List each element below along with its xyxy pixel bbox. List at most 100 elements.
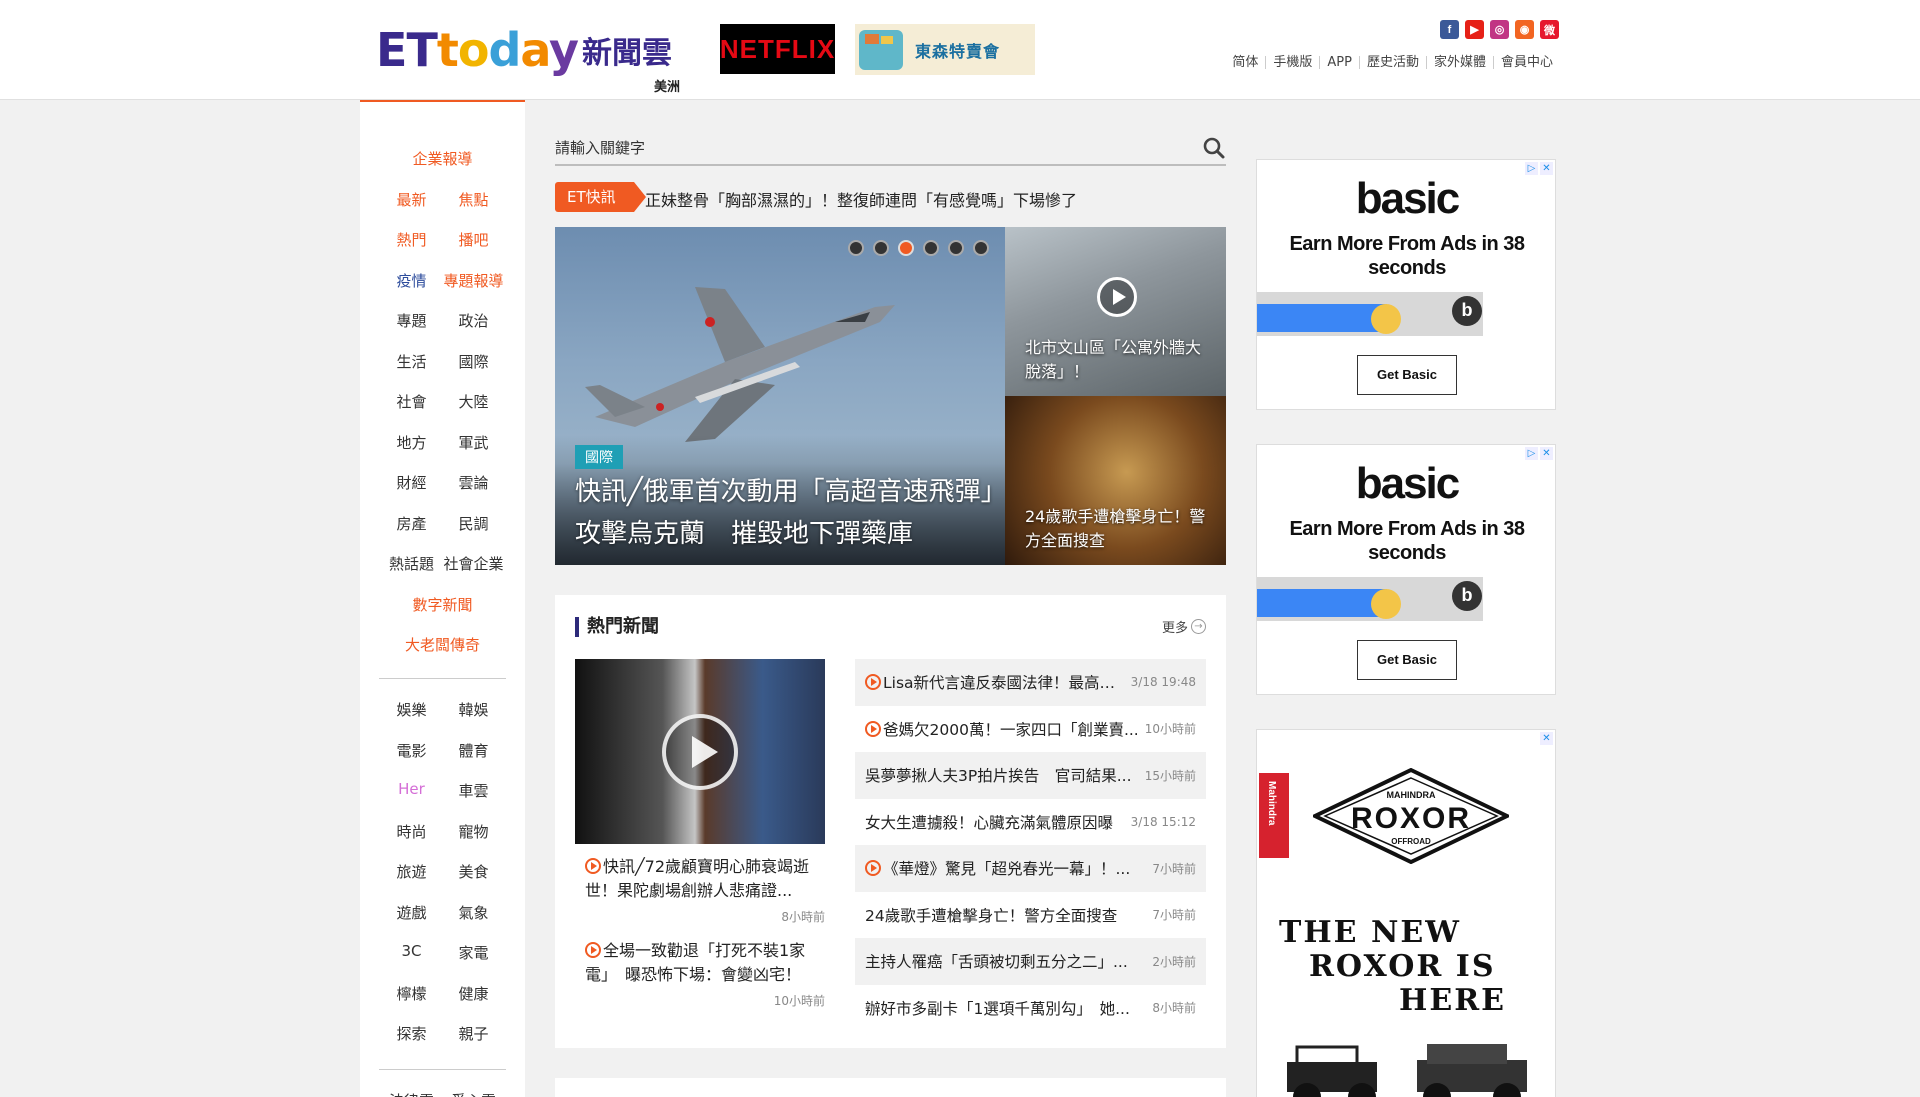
top-nav-link[interactable]: 简体 [1225,56,1265,69]
basic-ad-2[interactable]: ▷ ✕ basic Earn More From Ads in 38 second… [1256,444,1556,695]
nav-link[interactable]: 健康 [443,983,505,1004]
youtube-icon[interactable]: ▶ [1465,20,1484,39]
hot-news-item[interactable]: 吳夢夢揪人夫3P拍片挨告 官司結果... 15小時前 [855,752,1206,799]
top-nav-link[interactable]: APP [1319,56,1359,69]
slider-dot[interactable] [948,240,964,256]
search-icon[interactable] [1202,136,1226,160]
hot-news-item[interactable]: 主持人罹癌「舌頭被切剩五分之二」... 2小時前 [855,938,1206,985]
hot-featured-item-1[interactable]: 快訊╱72歲顧寶明心肺衰竭逝世！果陀劇場創辦人悲痛證... 8小時前 [575,855,825,929]
nav-link[interactable]: 房產 [381,513,443,534]
ettoday-logo[interactable]: ETtoday 新聞雲 [376,22,672,78]
top-nav-link[interactable]: 手機版 [1265,56,1319,69]
headline-slider[interactable]: 國際 快訊╱俄軍首次動用「高超音速飛彈」攻擊烏克蘭 摧毀地下彈藥庫 [555,227,1005,565]
nav-link[interactable]: 車雲 [443,780,505,801]
nav-link[interactable]: 美食 [443,861,505,882]
nav-link[interactable]: 法律雲 [381,1090,443,1097]
hot-news-item[interactable]: 女大生遭擄殺！心臟充滿氣體原因曝 3/18 15:12 [855,799,1206,846]
nav-link[interactable]: 財經 [381,472,443,493]
search-input[interactable] [555,139,1175,157]
side-story-1[interactable]: 北市文山區「公寓外牆大脫落」！ [1005,227,1226,396]
side-story-2[interactable]: 24歲歌手遭槍擊身亡！警方全面搜查 [1005,396,1226,565]
nav-link[interactable]: 大老闆傳奇 [405,634,480,655]
nav-link[interactable]: 政治 [443,310,505,331]
nav-link[interactable]: 寵物 [443,821,505,842]
hot-news-item[interactable]: 24歲歌手遭槍擊身亡！警方全面搜查 7小時前 [855,892,1206,939]
hot-news-item[interactable]: 辦好市多副卡「1選項千萬別勾」 她... 8小時前 [855,985,1206,1032]
nav-link[interactable]: 民調 [443,513,505,534]
nav-row: 生活 國際 [360,351,525,372]
slider-dot[interactable] [923,240,939,256]
nav-link[interactable]: Her [381,780,443,801]
nav-link[interactable]: 企業報導 [412,148,472,169]
nav-link[interactable]: 專題報導 [443,270,505,291]
nav-link[interactable]: 熱話題 [381,553,443,574]
hot-featured-thumbnail[interactable] [575,659,825,844]
nav-link[interactable]: 專題 [381,310,443,331]
nav-link[interactable]: 親子 [443,1023,505,1044]
logo-letter: d [488,23,521,77]
nav-link[interactable]: 時尚 [381,821,443,842]
slider-dot[interactable] [873,240,889,256]
hot-news-item[interactable]: Lisa新代言違反泰國法律！最高「... 3/18 19:48 [855,659,1206,706]
top-nav-link[interactable]: 歷史活動 [1358,56,1426,69]
nav-link[interactable]: 體育 [443,740,505,761]
nav-link[interactable]: 生活 [381,351,443,372]
get-basic-button[interactable]: Get Basic [1357,640,1457,680]
nav-link[interactable]: 愛心雲 [443,1090,505,1097]
nav-link[interactable]: 韓娛 [443,699,505,720]
netflix-banner[interactable]: NETFLIX [720,24,835,74]
nav-link[interactable]: 疫情 [381,270,443,291]
nav-link[interactable]: 家電 [443,942,505,963]
logo-chinese: 新聞雲 [582,36,673,71]
nav-link[interactable]: 大陸 [443,391,505,412]
slider-dot[interactable] [848,240,864,256]
flash-news-headline[interactable]: 正妹整骨「胸部濕濕的」！整復師連問「有感覺嗎」下場慘了 [645,187,1077,211]
slider-dot[interactable] [973,240,989,256]
weibo-icon[interactable]: 微 [1540,20,1559,39]
basic-progress-knob [1371,304,1401,334]
hot-news-item-title: 辦好市多副卡「1選項千萬別勾」 她... [865,999,1130,1018]
close-icon[interactable]: ✕ [1540,732,1553,745]
tokyu-sale-banner[interactable]: 東森特賣會 [855,24,1035,75]
hot-news-item[interactable]: 爸媽欠2000萬！一家四口「創業賣... 10小時前 [855,706,1206,753]
hot-news-item[interactable]: 《華燈》驚見「超兇春光一幕」！... 7小時前 [855,845,1206,892]
nav-link[interactable]: 數字新聞 [412,594,472,615]
nav-link[interactable]: 社會 [381,391,443,412]
nav-link[interactable]: 最新 [381,189,443,210]
hot-featured-item-2[interactable]: 全場一致勸退「打死不裝1家電」 曝恐怖下場：會變凶宅！ 10小時前 [575,939,825,1013]
top-nav-link[interactable]: 家外媒體 [1425,56,1493,69]
basic-ad-1[interactable]: ▷ ✕ basic Earn More From Ads in 38 second… [1256,159,1556,410]
nav-link[interactable]: 電影 [381,740,443,761]
nav-link[interactable]: 地方 [381,432,443,453]
rss-icon[interactable]: ◉ [1515,20,1534,39]
top-nav-link[interactable]: 會員中心 [1492,56,1560,69]
nav-link[interactable]: 探索 [381,1023,443,1044]
nav-link[interactable]: 娛樂 [381,699,443,720]
roxor-ad[interactable]: ✕ Mahindra MAHINDRA ROXOR OFFROAD THE NE… [1256,729,1556,1097]
nav-link[interactable]: 播吧 [443,229,505,250]
instagram-icon[interactable]: ◎ [1490,20,1509,39]
basic-progress-fill [1257,304,1387,332]
nav-link[interactable]: 遊戲 [381,902,443,923]
item-time: 3/18 19:48 [1130,675,1196,690]
region-label[interactable]: 美洲 [654,76,680,95]
nav-link[interactable]: 社會企業 [443,553,505,574]
nav-link[interactable]: 焦點 [443,189,505,210]
slider-dot[interactable] [898,240,914,256]
nav-link[interactable]: 軍武 [443,432,505,453]
nav-link[interactable]: 雲論 [443,472,505,493]
nav-link[interactable]: 旅遊 [381,861,443,882]
more-link[interactable]: 更多 → [1162,617,1206,636]
nav-link[interactable]: 國際 [443,351,505,372]
nav-link[interactable]: 檸檬 [381,983,443,1004]
slide-category-tag[interactable]: 國際 [575,445,623,469]
nav-link[interactable]: 熱門 [381,229,443,250]
get-basic-button[interactable]: Get Basic [1357,355,1457,395]
nav-link[interactable]: 氣象 [443,902,505,923]
top-nav: 简体 手機版 APP 歷史活動 家外媒體 會員中心 [1225,56,1560,69]
slide-title[interactable]: 快訊╱俄軍首次動用「高超音速飛彈」攻擊烏克蘭 摧毀地下彈藥庫 [575,471,995,555]
nav-row: 檸檬 健康 [360,983,525,1004]
nav-link[interactable]: 3C [381,942,443,963]
facebook-icon[interactable]: f [1440,20,1459,39]
basic-logo: basic [1355,459,1461,508]
